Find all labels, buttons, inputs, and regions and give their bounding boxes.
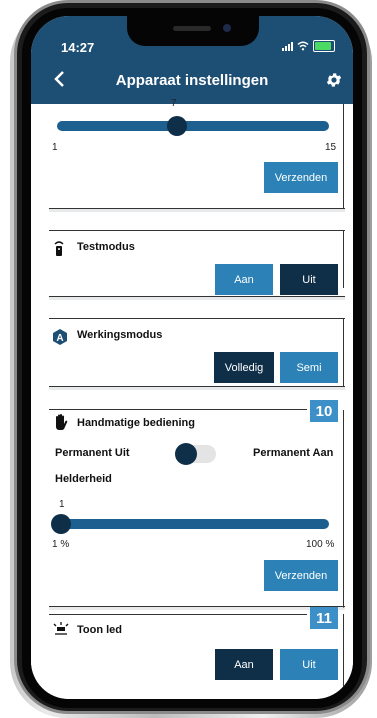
testmodus-off-button[interactable]: Uit xyxy=(280,264,338,295)
brightness-label: Helderheid xyxy=(55,473,112,485)
divider-shadow xyxy=(49,209,345,212)
toon-led-off-button[interactable]: Uit xyxy=(280,649,338,680)
top-slider-handle[interactable] xyxy=(167,116,187,136)
werkingsmodus-semi-button[interactable]: Semi xyxy=(280,352,338,383)
section-border xyxy=(343,614,344,699)
gear-icon[interactable] xyxy=(325,71,343,89)
callout-badge: 10 xyxy=(310,400,338,422)
testmodus-title: Testmodus xyxy=(77,241,135,253)
phone-screen: 14:27 Apparaat instellingen 7 1 15 Verze… xyxy=(31,16,353,699)
divider-shadow xyxy=(49,387,345,390)
top-slider-value: 7 xyxy=(171,98,177,109)
divider-shadow xyxy=(49,607,345,610)
section-divider xyxy=(49,409,307,410)
signal-icon xyxy=(282,41,293,51)
brightness-max: 100 % xyxy=(306,539,335,550)
section-border xyxy=(343,410,344,608)
svg-text:A: A xyxy=(56,333,63,344)
brightness-slider-track[interactable] xyxy=(57,519,329,529)
testmodus-on-button[interactable]: Aan xyxy=(215,264,273,295)
page-title: Apparaat instellingen xyxy=(115,72,269,89)
led-icon xyxy=(53,622,69,635)
section-border xyxy=(343,230,344,288)
section-border xyxy=(343,104,344,209)
brightness-value: 1 xyxy=(59,499,65,510)
brightness-min: 1 % xyxy=(52,539,70,550)
section-divider xyxy=(49,230,345,231)
top-slider-min: 1 xyxy=(52,142,58,153)
speaker-icon xyxy=(173,26,211,31)
top-slider-track[interactable] xyxy=(57,121,329,131)
app-header: 14:27 Apparaat instellingen xyxy=(31,16,353,104)
permanent-toggle-knob[interactable] xyxy=(175,443,197,465)
top-slider-max: 15 xyxy=(325,142,337,153)
werkingsmodus-full-button[interactable]: Volledig xyxy=(214,352,274,383)
divider-shadow xyxy=(49,297,345,300)
status-time: 14:27 xyxy=(61,40,95,55)
camera-icon xyxy=(223,24,231,32)
permanent-off-label: Permanent Uit xyxy=(55,447,130,459)
section-border xyxy=(343,318,344,386)
battery-icon xyxy=(313,40,335,52)
toon-led-title: Toon led xyxy=(77,624,123,636)
brightness-slider-handle[interactable] xyxy=(51,514,71,534)
mode-a-icon: A xyxy=(53,329,67,345)
hand-icon xyxy=(56,414,68,430)
callout-badge: 11 xyxy=(310,607,338,629)
werkingsmodus-title: Werkingsmodus xyxy=(77,329,163,341)
permanent-on-label: Permanent Aan xyxy=(253,447,334,459)
section-divider xyxy=(49,318,345,319)
wifi-icon xyxy=(297,41,309,51)
remote-icon xyxy=(54,241,64,256)
send-button[interactable]: Verzenden xyxy=(264,162,338,193)
toon-led-on-button[interactable]: Aan xyxy=(215,649,273,680)
settings-content: 7 1 15 Verzenden Testmodus Aan Uit A Wer… xyxy=(31,98,353,699)
phone-notch xyxy=(127,16,259,46)
brightness-send-button[interactable]: Verzenden xyxy=(264,560,338,591)
status-icons xyxy=(282,40,335,52)
handmatige-title: Handmatige bediening xyxy=(77,417,195,429)
section-divider xyxy=(49,614,307,615)
